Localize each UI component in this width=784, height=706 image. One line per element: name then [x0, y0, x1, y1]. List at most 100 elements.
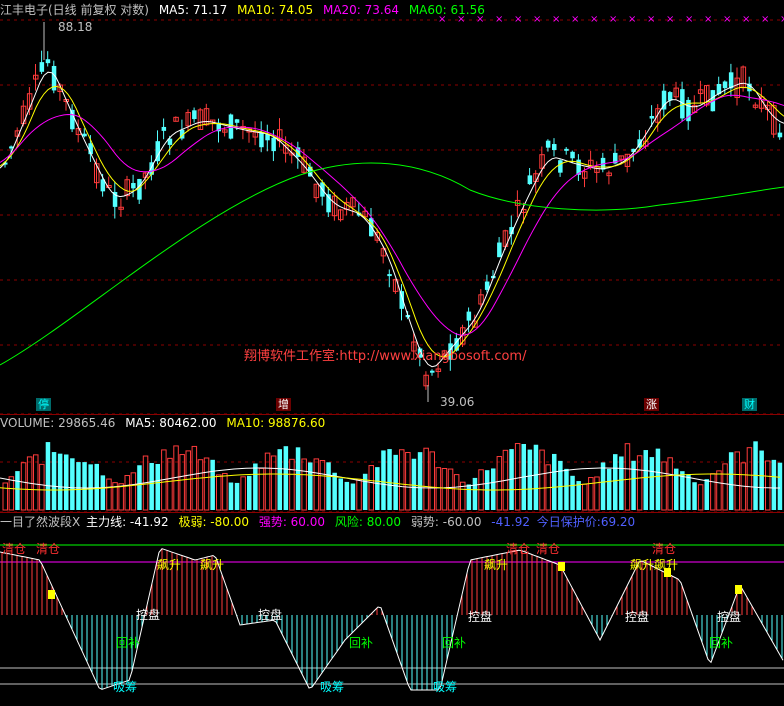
- volume-bar: [636, 455, 643, 511]
- volume-bar: [514, 443, 521, 511]
- ma60-label: MA60: 61.56: [408, 3, 485, 17]
- volume-bar: [453, 474, 460, 511]
- volume-bar: [326, 462, 331, 510]
- signal-pullback: 回补: [709, 636, 734, 650]
- volume-bar: [270, 455, 277, 511]
- indicator-header: 一目了然波段X 主力线: -41.92 极弱: -80.00 强势: 60.00…: [0, 514, 641, 530]
- signal-control: 控盘: [625, 610, 650, 624]
- volume-bar: [15, 471, 20, 510]
- candle-body: [39, 62, 45, 72]
- event-marker-rise[interactable]: 涨: [644, 398, 659, 411]
- signal-control: 控盘: [717, 610, 742, 624]
- signal-marker: ×: [685, 14, 693, 25]
- signal-marker: ×: [780, 14, 784, 25]
- volume-bar: [661, 461, 667, 511]
- volume-bar: [393, 454, 398, 510]
- candle-body: [82, 133, 87, 137]
- volume-bar: [356, 478, 362, 511]
- volume-bar: [429, 451, 435, 511]
- volume-bar: [350, 483, 356, 510]
- signal-marker: ×: [666, 14, 674, 25]
- price-header: 江丰电子(日线 前复权 对数) MA5: 71.17 MA10: 74.05 M…: [0, 2, 491, 18]
- volume-bar: [552, 453, 557, 510]
- volume-bar: [686, 474, 691, 510]
- volume-bar: [619, 456, 624, 510]
- low-price-label: 39.06: [440, 395, 475, 409]
- event-marker-increase[interactable]: 增: [276, 398, 291, 411]
- volume-bar: [8, 476, 15, 511]
- volume-bar: [137, 465, 142, 510]
- volume-bar: [655, 448, 661, 510]
- candle-body: [161, 126, 167, 131]
- signal-square: [735, 585, 742, 594]
- volume-bar: [289, 458, 295, 511]
- high-price-label: 88.18: [58, 20, 93, 34]
- volume-bar: [2, 482, 8, 511]
- volume-bar: [301, 458, 307, 511]
- volume-bar: [734, 451, 740, 511]
- signal-surge: 飙升: [484, 558, 509, 572]
- volume-bar: [716, 470, 722, 511]
- volume-bar: [441, 467, 448, 511]
- volume-bar: [179, 454, 185, 511]
- volume-bar: [631, 460, 636, 510]
- volume-bar: [759, 450, 764, 510]
- candle-body: [497, 242, 502, 258]
- volume-bar: [527, 449, 533, 510]
- volume-bar: [649, 457, 655, 510]
- candle-body: [552, 144, 557, 151]
- candle-body: [131, 183, 136, 189]
- volume-bar: [564, 468, 569, 510]
- stock-title: 江丰电子(日线 前复权 对数): [0, 3, 149, 17]
- volume-bar: [362, 473, 368, 510]
- volume-bar: [381, 450, 386, 510]
- volume-bar: [82, 462, 87, 510]
- event-marker-suspend[interactable]: 停: [36, 398, 51, 411]
- volume-bar: [51, 452, 57, 510]
- ma5-label: MA5: 71.17: [158, 3, 228, 17]
- signal-marker: ×: [761, 14, 769, 25]
- volume-bar: [344, 481, 350, 510]
- candle-body: [527, 175, 533, 185]
- volume-bar: [667, 457, 673, 511]
- strong-label: 强势: 60.00: [258, 515, 326, 529]
- volume-bar: [94, 463, 99, 510]
- volume-bar: [417, 452, 423, 510]
- volume-bar: [118, 483, 124, 511]
- volume-bar: [728, 452, 734, 510]
- signal-marker: ×: [514, 14, 522, 25]
- volume-label: VOLUME: 29865.46: [0, 416, 116, 430]
- ma10-line: [0, 85, 784, 358]
- volume-bar: [692, 482, 697, 510]
- volume-bar: [216, 474, 222, 511]
- volume-bar: [228, 482, 234, 510]
- volume-bar: [277, 449, 282, 510]
- volume-ma10-label: MA10: 98876.60: [226, 416, 326, 430]
- main-line-label: 主力线: -41.92: [86, 515, 169, 529]
- candle-body: [649, 115, 655, 119]
- volume-bar: [411, 458, 417, 510]
- volume-bar: [319, 459, 326, 511]
- volume-bar: [210, 459, 215, 510]
- candle-body: [545, 140, 551, 148]
- watermark: 翔博软件工作室:http://www.xiangbosoft.com/: [244, 349, 527, 364]
- volume-bar: [697, 484, 704, 511]
- volume-bar: [308, 462, 313, 510]
- volume-bar: [606, 468, 612, 510]
- volume-bar: [558, 460, 563, 510]
- signal-sell: 清仓: [506, 542, 531, 556]
- volume-bar: [570, 475, 575, 510]
- volume-bar: [405, 451, 411, 511]
- volume-bar: [185, 450, 191, 511]
- volume-bar: [600, 462, 606, 510]
- volume-bar: [130, 472, 137, 511]
- volume-bar: [70, 458, 75, 510]
- risk-label: 风险: 80.00: [334, 515, 402, 529]
- volume-bar: [64, 454, 69, 510]
- candle-body: [777, 132, 783, 138]
- signal-sell: 清仓: [652, 542, 677, 556]
- event-marker-finance[interactable]: 财: [742, 398, 757, 411]
- volume-bar: [491, 468, 496, 510]
- support-price-label: 今日保护价:69.20: [536, 515, 636, 529]
- panel-divider: [0, 512, 784, 513]
